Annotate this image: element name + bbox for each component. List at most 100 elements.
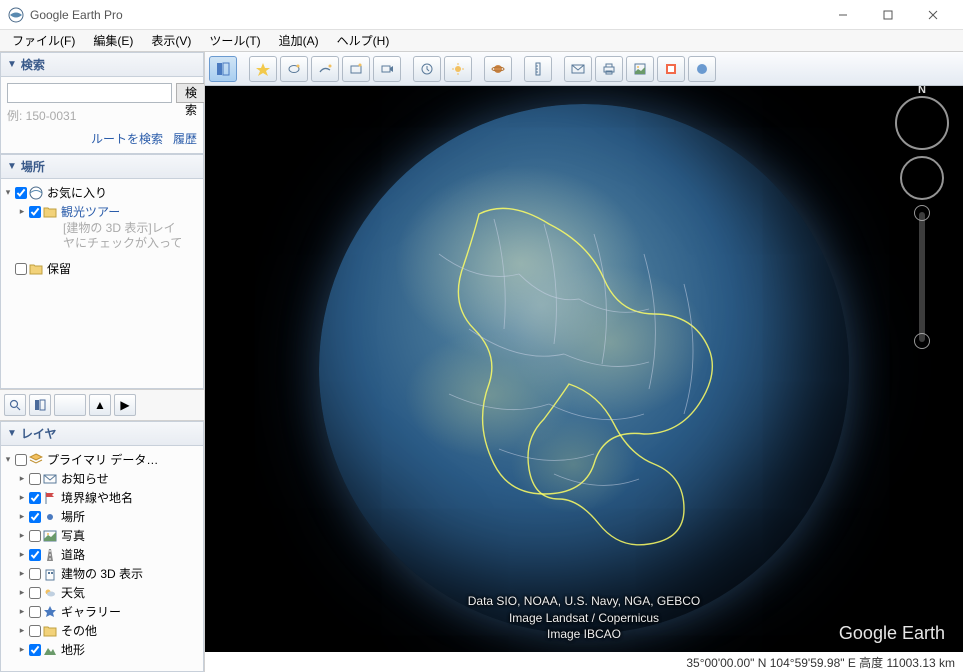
placemark-button[interactable] — [249, 56, 277, 82]
polygon-button[interactable] — [280, 56, 308, 82]
look-ring[interactable]: N — [895, 96, 949, 150]
save-image-button[interactable] — [626, 56, 654, 82]
main-toolbar — [205, 52, 963, 86]
layer-item[interactable]: ▸その他 — [3, 621, 201, 640]
menu-view[interactable]: 表示(V) — [143, 30, 199, 51]
tree-tour[interactable]: ▸ 観光ツアー — [3, 202, 201, 221]
ruler-button[interactable] — [524, 56, 552, 82]
layer-item[interactable]: ▸地形 — [3, 640, 201, 659]
slider-button[interactable] — [54, 394, 86, 416]
layer-checkbox[interactable] — [29, 549, 41, 561]
view-in-maps-button[interactable] — [657, 56, 685, 82]
watermark: Google Earth — [839, 623, 945, 644]
route-link[interactable]: ルートを検索 — [91, 130, 163, 147]
record-tour-button[interactable] — [373, 56, 401, 82]
layer-label: お知らせ — [59, 470, 111, 487]
close-button[interactable] — [910, 1, 955, 29]
zoom-slider[interactable] — [919, 212, 925, 342]
sunlight-button[interactable] — [444, 56, 472, 82]
path-button[interactable] — [311, 56, 339, 82]
search-hint: 例: 150-0031 — [7, 107, 197, 124]
tree-favorites[interactable]: ▾ お気に入り — [3, 183, 201, 202]
menu-edit[interactable]: 編集(E) — [85, 30, 141, 51]
map-view[interactable]: N Data SIO, NOAA, U.S. Navy, NGA, GEBCO … — [205, 86, 963, 672]
layer-checkbox[interactable] — [29, 530, 41, 542]
search-panel: 検索 例: 150-0031 ルートを検索 履歴 — [0, 77, 204, 154]
maximize-button[interactable] — [865, 1, 910, 29]
globe[interactable] — [319, 104, 849, 634]
dot-icon — [43, 510, 57, 524]
up-button[interactable]: ▲ — [89, 394, 111, 416]
status-bar: 35°00'00.00" N 104°59'59.98" E 高度 11003.… — [205, 652, 963, 672]
star-icon — [43, 605, 57, 619]
play-button[interactable]: ▶ — [114, 394, 136, 416]
layer-checkbox[interactable] — [29, 473, 41, 485]
layer-checkbox[interactable] — [29, 492, 41, 504]
tree-primary[interactable]: ▾ プライマリ データ… — [3, 450, 201, 469]
menu-help[interactable]: ヘルプ(H) — [329, 30, 398, 51]
search-places-button[interactable] — [4, 394, 26, 416]
layer-item[interactable]: ▸建物の 3D 表示 — [3, 564, 201, 583]
layer-checkbox[interactable] — [29, 606, 41, 618]
layers-panel-header[interactable]: ▼レイヤ — [0, 421, 204, 446]
layers-icon — [29, 453, 43, 467]
sphere-button[interactable] — [688, 56, 716, 82]
building-icon — [43, 567, 57, 581]
nav-controls: N — [893, 96, 951, 342]
search-button[interactable]: 検索 — [176, 83, 205, 103]
layer-item[interactable]: ▸場所 — [3, 507, 201, 526]
places-panel-header[interactable]: ▼場所 — [0, 154, 204, 179]
email-button[interactable] — [564, 56, 592, 82]
sidebar-toggle-button[interactable] — [209, 56, 237, 82]
sidebar: ▼検索 検索 例: 150-0031 ルートを検索 履歴 ▼場所 ▾ お気に入り… — [0, 52, 205, 672]
globe-icon — [29, 186, 43, 200]
history-link[interactable]: 履歴 — [173, 130, 197, 147]
panel-toggle-button[interactable] — [29, 394, 51, 416]
move-ring[interactable] — [900, 156, 944, 200]
photo-icon — [43, 529, 57, 543]
window-title: Google Earth Pro — [30, 8, 820, 22]
layer-item[interactable]: ▸道路 — [3, 545, 201, 564]
menu-file[interactable]: ファイル(F) — [4, 30, 83, 51]
planet-button[interactable] — [484, 56, 512, 82]
layer-item[interactable]: ▸境界線や地名 — [3, 488, 201, 507]
minimize-button[interactable] — [820, 1, 865, 29]
tour-checkbox[interactable] — [29, 206, 41, 218]
layer-checkbox[interactable] — [29, 587, 41, 599]
search-input[interactable] — [7, 83, 172, 103]
layer-label: 建物の 3D 表示 — [59, 565, 145, 582]
menubar: ファイル(F) 編集(E) 表示(V) ツール(T) 追加(A) ヘルプ(H) — [0, 30, 963, 52]
menu-add[interactable]: 追加(A) — [271, 30, 327, 51]
terrain-icon — [43, 643, 57, 657]
primary-checkbox[interactable] — [15, 454, 27, 466]
search-panel-header[interactable]: ▼検索 — [0, 52, 204, 77]
folder-icon — [29, 262, 43, 276]
tree-pending[interactable]: 保留 — [3, 259, 201, 278]
folder-icon — [43, 624, 57, 638]
overlay-button[interactable] — [342, 56, 370, 82]
layer-checkbox[interactable] — [29, 511, 41, 523]
mail-icon — [43, 472, 57, 486]
layers-header-label: レイヤ — [21, 425, 57, 442]
titlebar: Google Earth Pro — [0, 0, 963, 30]
layer-label: 写真 — [59, 527, 87, 544]
pending-checkbox[interactable] — [15, 263, 27, 275]
history-button[interactable] — [413, 56, 441, 82]
layer-item[interactable]: ▸お知らせ — [3, 469, 201, 488]
layer-item[interactable]: ▸写真 — [3, 526, 201, 545]
favorites-checkbox[interactable] — [15, 187, 27, 199]
print-button[interactable] — [595, 56, 623, 82]
layer-checkbox[interactable] — [29, 625, 41, 637]
layer-label: 地形 — [59, 641, 87, 658]
app-icon — [8, 7, 24, 23]
road-icon — [43, 548, 57, 562]
layer-label: その他 — [59, 622, 99, 639]
layer-item[interactable]: ▸ギャラリー — [3, 602, 201, 621]
layer-checkbox[interactable] — [29, 568, 41, 580]
folder-icon — [43, 205, 57, 219]
menu-tools[interactable]: ツール(T) — [201, 30, 268, 51]
layer-checkbox[interactable] — [29, 644, 41, 656]
layer-label: ギャラリー — [59, 603, 123, 620]
layer-item[interactable]: ▸天気 — [3, 583, 201, 602]
layers-panel: ▾ プライマリ データ… ▸お知らせ▸境界線や地名▸場所▸写真▸道路▸建物の 3… — [0, 446, 204, 672]
